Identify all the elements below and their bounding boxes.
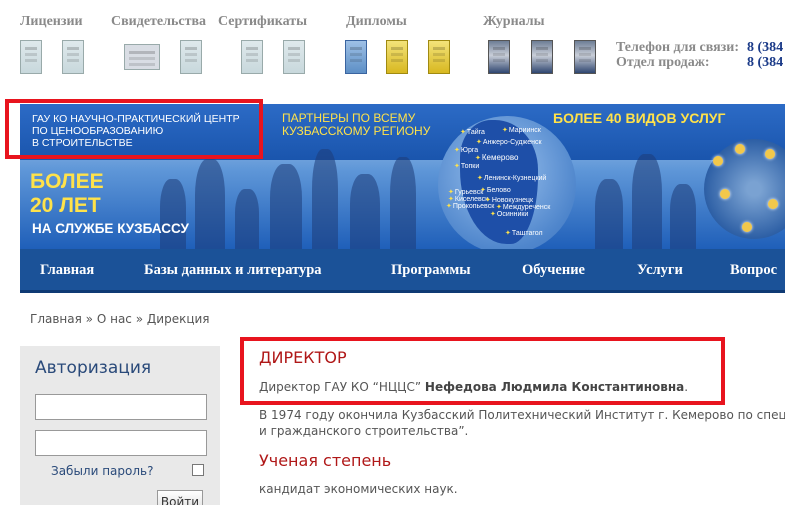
globe-node <box>713 156 723 166</box>
globe-node <box>735 144 745 154</box>
map-city-label: Белово <box>480 186 511 194</box>
diploma-thumbnail[interactable] <box>428 40 450 74</box>
journals-link[interactable]: Журналы <box>483 14 545 30</box>
nav-item-question[interactable]: Вопрос <box>730 262 777 279</box>
people-silhouette <box>670 184 696 249</box>
journal-thumbnail[interactable] <box>488 40 510 74</box>
certificate-thumbnail[interactable] <box>180 40 202 74</box>
partners-slogan: ПАРТНЕРЫ ПО ВСЕМУ КУЗБАССКОМУ РЕГИОНУ <box>282 112 452 138</box>
nav-item-programs[interactable]: Программы <box>391 262 471 279</box>
journal-thumbnail[interactable] <box>531 40 553 74</box>
map-city-label: Мариинск <box>502 126 541 134</box>
diploma-thumbnail[interactable] <box>345 40 367 74</box>
auth-panel: Авторизация Забыли пароль? Войти <box>20 346 220 505</box>
globe-node <box>765 149 775 159</box>
map-city-label: Тайга <box>460 128 485 136</box>
certificate-thumbnail[interactable] <box>241 40 263 74</box>
highlight-box-organization <box>5 99 263 159</box>
certificates-of-registration-link[interactable]: Свидетельства <box>111 14 206 30</box>
password-input[interactable] <box>35 430 207 456</box>
forgot-password-link[interactable]: Забыли пароль? <box>51 464 153 478</box>
breadcrumb-about-link[interactable]: О нас <box>97 312 132 326</box>
services-slogan: БОЛЕЕ 40 ВИДОВ УСЛУГ <box>553 110 726 126</box>
breadcrumb-home-link[interactable]: Главная <box>30 312 82 326</box>
nav-item-training[interactable]: Обучение <box>522 262 585 279</box>
breadcrumb-separator: » <box>135 312 144 326</box>
people-silhouette <box>160 179 186 249</box>
nav-item-home[interactable]: Главная <box>40 262 94 279</box>
nav-item-databases[interactable]: Базы данных и литература <box>144 262 322 279</box>
license-thumbnail[interactable] <box>20 40 42 74</box>
degree-heading: Ученая степень <box>259 451 392 470</box>
globe-node <box>768 199 778 209</box>
partners-line: КУЗБАССКОМУ РЕГИОНУ <box>282 124 431 138</box>
certificate-thumbnail[interactable] <box>124 44 160 70</box>
map-city-label: Кемерово <box>475 153 519 162</box>
auth-title: Авторизация <box>35 358 152 378</box>
map-city-label: Осинники <box>490 210 528 218</box>
bio-line: и гражданского строительства”. <box>259 424 469 438</box>
diplomas-link[interactable]: Дипломы <box>346 14 407 30</box>
bio-line: В 1974 году окончила Кузбасский Политехн… <box>259 408 785 422</box>
diploma-thumbnail[interactable] <box>386 40 408 74</box>
years-slogan-line1: БОЛЕЕ <box>30 170 104 193</box>
map-city-label: Ленинск-Кузнецкий <box>477 174 546 182</box>
people-silhouette <box>312 149 338 249</box>
map-city-label: Топки <box>454 162 479 170</box>
map-city-label: Таштагол <box>505 229 543 237</box>
main-navigation: Главная Базы данных и литература Програм… <box>20 249 785 293</box>
certificate-thumbnail[interactable] <box>283 40 305 74</box>
years-slogan-line3: НА СЛУЖБЕ КУЗБАССУ <box>32 221 189 236</box>
contacts-block: Телефон для связи: Отдел продаж: 8 (384 … <box>616 40 783 70</box>
remember-me-checkbox[interactable] <box>192 464 204 476</box>
breadcrumb-current: Дирекция <box>146 312 210 326</box>
people-silhouette <box>350 174 380 249</box>
people-silhouette <box>235 189 259 249</box>
breadcrumb: Главная » О нас » Дирекция <box>30 312 210 326</box>
globe-node <box>720 189 730 199</box>
phone-label: Телефон для связи: <box>616 40 740 55</box>
people-silhouette <box>595 179 623 249</box>
phone-number: 8 (384 <box>747 40 784 55</box>
map-city-label: Анжеро-Судженск <box>476 138 542 146</box>
globe-node <box>742 222 752 232</box>
years-slogan-line2: 20 ЛЕТ <box>30 194 101 217</box>
highlight-box-director <box>240 337 725 405</box>
login-input[interactable] <box>35 394 207 420</box>
sales-phone-number: 8 (384 <box>747 55 784 70</box>
journal-thumbnail[interactable] <box>574 40 596 74</box>
login-button[interactable]: Войти <box>157 490 203 505</box>
licenses-link[interactable]: Лицензии <box>20 14 83 30</box>
degree-text: кандидат экономических наук. <box>259 482 458 496</box>
people-silhouette <box>632 154 662 249</box>
people-silhouette <box>195 159 225 249</box>
breadcrumb-separator: » <box>85 312 94 326</box>
people-silhouette <box>390 157 416 249</box>
license-thumbnail[interactable] <box>62 40 84 74</box>
nav-item-services[interactable]: Услуги <box>637 262 683 279</box>
certificates-link[interactable]: Сертификаты <box>218 14 307 30</box>
sales-label: Отдел продаж: <box>616 55 710 70</box>
people-silhouette <box>270 164 302 249</box>
